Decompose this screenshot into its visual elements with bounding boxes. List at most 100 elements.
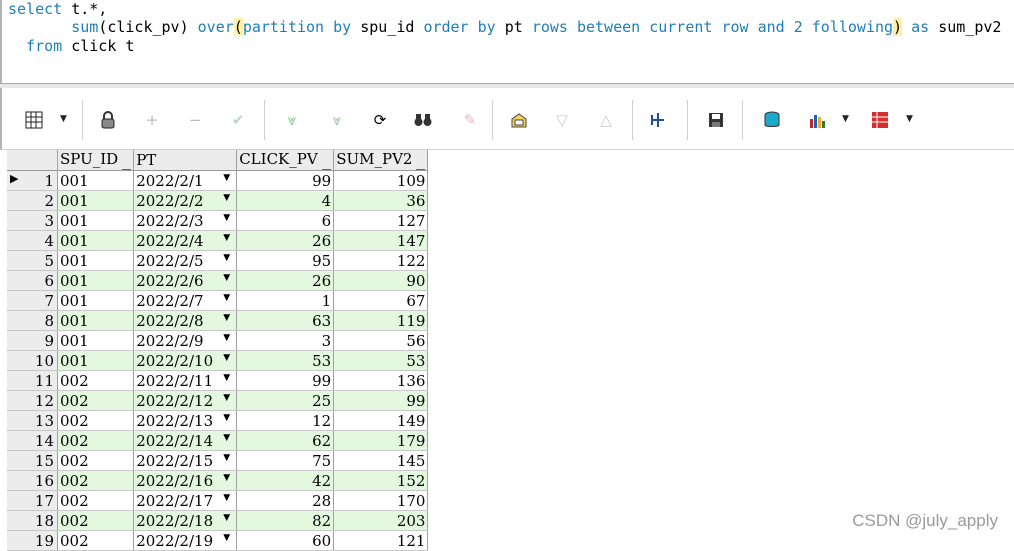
cell-click-pv[interactable]: 26	[236, 230, 335, 251]
chevron-down-icon[interactable]: ▼	[223, 413, 230, 423]
row-header[interactable]: 8	[7, 310, 58, 331]
row-header[interactable]: 3	[7, 210, 58, 231]
cell-sum-pv2[interactable]: 179	[333, 430, 429, 451]
tree-view-icon[interactable]	[648, 110, 668, 130]
chevron-down-icon[interactable]: ▼	[223, 473, 230, 483]
cell-sum-pv2[interactable]: 119	[333, 310, 429, 331]
cell-pt[interactable]: 2022/2/12 ▼	[133, 390, 238, 411]
cell-sum-pv2[interactable]: 36	[333, 190, 429, 211]
cell-sum-pv2[interactable]: 147	[333, 230, 429, 251]
row-header[interactable]: 13	[7, 410, 58, 431]
table-row[interactable]: 8 001 2022/2/8 ▼ 63 119	[7, 310, 429, 331]
chevron-down-icon[interactable]: ▼	[223, 393, 230, 403]
table-row[interactable]: ▶ 1 001 2022/2/1 ▼ 99 109	[7, 170, 429, 191]
save-icon[interactable]	[706, 110, 726, 130]
export-icon[interactable]	[870, 110, 890, 130]
column-header-spu-id[interactable]: SPU_ID	[57, 150, 135, 171]
cell-sum-pv2[interactable]: 122	[333, 250, 429, 271]
cell-click-pv[interactable]: 4	[236, 190, 335, 211]
row-header[interactable]: 10	[7, 350, 58, 371]
refresh-icon[interactable]: ⟳	[370, 110, 390, 130]
prev-record-icon[interactable]: ▽	[552, 110, 572, 130]
cell-click-pv[interactable]: 82	[236, 510, 335, 531]
chevron-down-icon[interactable]: ▼	[223, 253, 230, 263]
chevron-down-icon[interactable]: ▼	[223, 533, 230, 543]
lock-icon[interactable]	[98, 110, 118, 130]
table-row[interactable]: 13 002 2022/2/13 ▼ 12 149	[7, 410, 429, 431]
table-row[interactable]: 14 002 2022/2/14 ▼ 62 179	[7, 430, 429, 451]
row-header[interactable]: 4	[7, 230, 58, 251]
sql-editor[interactable]: select t.*, sum(click_pv) over(partition…	[0, 0, 1014, 84]
cell-spu-id[interactable]: 001	[57, 190, 135, 211]
cell-spu-id[interactable]: 002	[57, 510, 135, 531]
cell-pt[interactable]: 2022/2/16 ▼	[133, 470, 238, 491]
table-row[interactable]: 3 001 2022/2/3 ▼ 6 127	[7, 210, 429, 231]
row-header[interactable]: 5	[7, 250, 58, 271]
cell-click-pv[interactable]: 95	[236, 250, 335, 271]
cell-pt[interactable]: 2022/2/3 ▼	[133, 210, 238, 231]
cell-spu-id[interactable]: 001	[57, 330, 135, 351]
table-row[interactable]: 2 001 2022/2/2 ▼ 4 36	[7, 190, 429, 211]
cell-sum-pv2[interactable]: 203	[333, 510, 429, 531]
corner-header[interactable]	[7, 150, 58, 171]
chevron-down-icon[interactable]: ▼	[223, 513, 230, 523]
row-header[interactable]: ▶ 1	[7, 170, 58, 191]
table-row[interactable]: 4 001 2022/2/4 ▼ 26 147	[7, 230, 429, 251]
chevron-down-icon[interactable]: ▼	[223, 453, 230, 463]
cell-sum-pv2[interactable]: 152	[333, 470, 429, 491]
row-header[interactable]: 15	[7, 450, 58, 471]
cell-spu-id[interactable]: 001	[57, 270, 135, 291]
cell-pt[interactable]: 2022/2/1 ▼	[133, 170, 238, 191]
cell-spu-id[interactable]: 001	[57, 350, 135, 371]
row-header[interactable]: 7	[7, 290, 58, 311]
cell-click-pv[interactable]: 26	[236, 270, 335, 291]
cell-pt[interactable]: 2022/2/15 ▼	[133, 450, 238, 471]
chevron-down-icon[interactable]: ▼	[223, 273, 230, 283]
row-header[interactable]: 12	[7, 390, 58, 411]
query-by-example-icon[interactable]	[509, 110, 529, 130]
table-row[interactable]: 7 001 2022/2/7 ▼ 1 67	[7, 290, 429, 311]
chevron-down-icon[interactable]: ▼	[223, 313, 230, 323]
add-row-icon[interactable]: +	[142, 110, 162, 130]
cell-spu-id[interactable]: 002	[57, 390, 135, 411]
column-header-pt[interactable]: PT	[133, 150, 238, 171]
cell-click-pv[interactable]: 53	[236, 350, 335, 371]
row-header[interactable]: 14	[7, 430, 58, 451]
row-header[interactable]: 17	[7, 490, 58, 511]
cell-pt[interactable]: 2022/2/13 ▼	[133, 410, 238, 431]
cell-click-pv[interactable]: 42	[236, 470, 335, 491]
cell-pt[interactable]: 2022/2/11 ▼	[133, 370, 238, 391]
column-menu-icon[interactable]	[122, 167, 132, 170]
check-icon[interactable]: ✔	[228, 110, 248, 130]
chevron-down-icon[interactable]: ▼	[60, 114, 67, 124]
column-header-click-pv[interactable]: CLICK_PV	[236, 150, 335, 171]
cell-click-pv[interactable]: 62	[236, 430, 335, 451]
chevron-down-icon[interactable]: ▼	[842, 114, 849, 124]
cell-spu-id[interactable]: 001	[57, 310, 135, 331]
row-header[interactable]: 6	[7, 270, 58, 291]
column-menu-icon[interactable]	[416, 167, 426, 170]
cell-pt[interactable]: 2022/2/8 ▼	[133, 310, 238, 331]
row-header[interactable]: 2	[7, 190, 58, 211]
chevron-down-icon[interactable]: ▼	[223, 213, 230, 223]
cell-click-pv[interactable]: 99	[236, 370, 335, 391]
chevron-down-icon[interactable]: ▼	[906, 114, 913, 124]
row-header[interactable]: 11	[7, 370, 58, 391]
cell-click-pv[interactable]: 3	[236, 330, 335, 351]
chevron-down-icon[interactable]: ▼	[223, 233, 230, 243]
chevron-down-icon[interactable]: ▼	[223, 433, 230, 443]
fetch-next-icon[interactable]: ⩔	[282, 110, 302, 130]
chevron-down-icon[interactable]: ▼	[223, 173, 230, 183]
column-menu-icon[interactable]	[321, 167, 331, 170]
row-header[interactable]: 9	[7, 330, 58, 351]
binoculars-icon[interactable]	[413, 110, 433, 130]
chevron-down-icon[interactable]: ▼	[223, 493, 230, 503]
row-header[interactable]: 16	[7, 470, 58, 491]
cell-sum-pv2[interactable]: 136	[333, 370, 429, 391]
table-row[interactable]: 15 002 2022/2/15 ▼ 75 145	[7, 450, 429, 471]
chevron-down-icon[interactable]: ▼	[223, 293, 230, 303]
cell-sum-pv2[interactable]: 127	[333, 210, 429, 231]
cell-sum-pv2[interactable]: 56	[333, 330, 429, 351]
chevron-down-icon[interactable]: ▼	[223, 353, 230, 363]
cell-sum-pv2[interactable]: 149	[333, 410, 429, 431]
